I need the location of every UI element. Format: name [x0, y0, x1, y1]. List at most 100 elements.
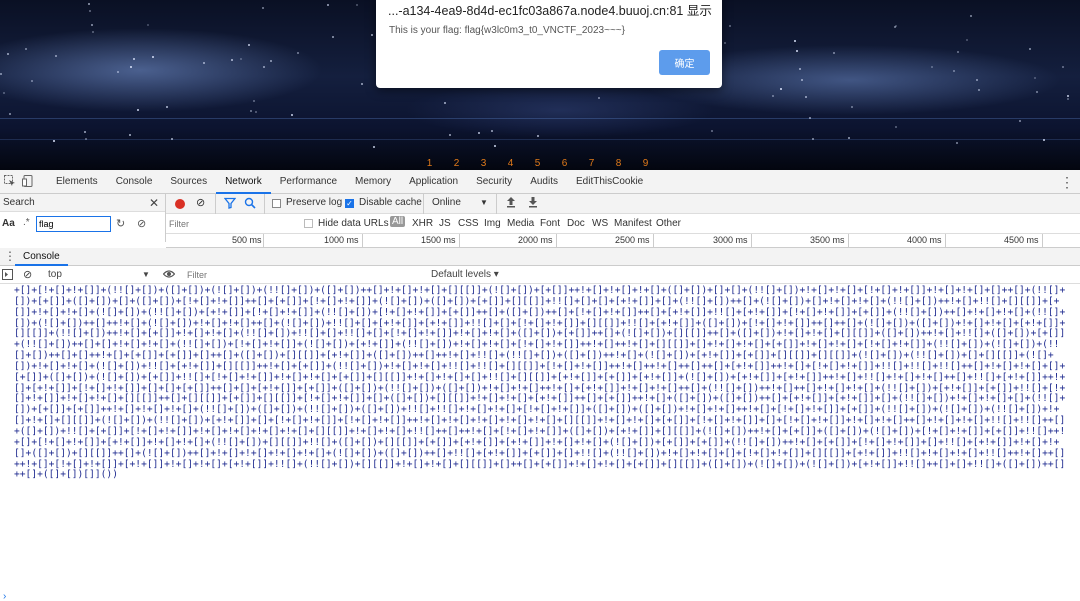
star: [91, 24, 93, 26]
star: [1029, 48, 1031, 50]
tab-elements[interactable]: Elements: [47, 170, 107, 194]
toolbar-divider: [423, 194, 424, 214]
clear-console-icon[interactable]: ⊘: [23, 268, 32, 281]
type-filter-font[interactable]: Font: [540, 218, 560, 229]
star: [250, 110, 252, 112]
close-icon[interactable]: ✕: [149, 196, 159, 210]
tab-console[interactable]: Console: [107, 170, 162, 194]
disable-cache-checkbox[interactable]: ✓: [345, 199, 354, 208]
tab-editthiscookie[interactable]: EditThisCookie: [567, 170, 652, 194]
star: [31, 80, 33, 82]
star: [956, 142, 958, 144]
tab-network[interactable]: Network: [216, 170, 271, 194]
type-filter-css[interactable]: CSS: [458, 218, 479, 229]
search-panel-title: Search: [0, 194, 165, 212]
type-filter-js[interactable]: JS: [439, 218, 451, 229]
page-tab-8[interactable]: 8: [614, 158, 623, 169]
star: [270, 60, 272, 62]
console-output[interactable]: +[]+[!+[]+!+[]]+(!![]+[])+([]+[])+(![]+[…: [0, 284, 1080, 601]
tab-security[interactable]: Security: [467, 170, 521, 194]
star: [117, 71, 119, 73]
record-icon[interactable]: [175, 199, 185, 209]
hide-data-urls-checkbox[interactable]: [304, 219, 313, 228]
timeline-tick: 500 ms: [232, 235, 262, 245]
page-tab-6[interactable]: 6: [560, 158, 569, 169]
more-options-icon[interactable]: ⋮: [1060, 174, 1074, 191]
page-tab-4[interactable]: 4: [506, 158, 515, 169]
star: [812, 138, 814, 140]
tab-memory[interactable]: Memory: [346, 170, 400, 194]
log-levels-select[interactable]: Default levels ▾: [431, 269, 499, 280]
filter-icon[interactable]: [223, 197, 237, 212]
toolbar-divider: [496, 194, 497, 214]
alert-dialog: ...-a134-4ea9-8d4d-ec1fc03a867a.node4.bu…: [376, 0, 722, 88]
page-tab-3[interactable]: 3: [479, 158, 488, 169]
star: [203, 62, 205, 64]
alert-message: This is your flag: flag{w3lc0m3_t0_VNCTF…: [389, 25, 625, 36]
star: [729, 25, 731, 27]
chevron-down-icon[interactable]: ▼: [142, 270, 150, 279]
type-filter-manifest[interactable]: Manifest: [614, 218, 652, 229]
star: [0, 73, 2, 75]
alert-ok-button[interactable]: 确定: [659, 50, 710, 75]
page-tab-5[interactable]: 5: [533, 158, 542, 169]
throttling-select[interactable]: Online: [432, 197, 461, 208]
tab-console[interactable]: Console: [15, 248, 68, 266]
match-case-toggle[interactable]: Aa: [2, 218, 15, 229]
import-har-icon[interactable]: [506, 196, 516, 211]
page-tab-1[interactable]: 1: [425, 158, 434, 169]
search-icon[interactable]: [244, 197, 256, 212]
star: [297, 52, 299, 54]
timeline-gridline: [945, 234, 946, 248]
star: [263, 66, 265, 68]
star: [491, 130, 493, 132]
type-filter-all[interactable]: All: [390, 216, 406, 227]
regex-toggle[interactable]: .*: [23, 217, 30, 228]
type-filter-img[interactable]: Img: [484, 218, 501, 229]
timeline-tick: 2500 ms: [615, 235, 650, 245]
type-filter-doc[interactable]: Doc: [567, 218, 585, 229]
star: [1034, 77, 1036, 79]
console-filter-input[interactable]: [187, 267, 423, 283]
star: [953, 70, 955, 72]
type-filter-media[interactable]: Media: [507, 218, 534, 229]
tab-application[interactable]: Application: [400, 170, 467, 194]
type-filter-other[interactable]: Other: [656, 218, 681, 229]
star: [240, 58, 242, 60]
search-input[interactable]: [36, 216, 111, 232]
page-tab-9[interactable]: 9: [641, 158, 650, 169]
star: [248, 44, 250, 46]
device-toolbar-icon[interactable]: [21, 175, 35, 189]
tab-performance[interactable]: Performance: [271, 170, 346, 194]
star: [1062, 66, 1064, 68]
devtools-tabs: Elements Console Sources Network Performance…: [47, 170, 652, 194]
star: [137, 109, 139, 111]
star: [598, 97, 600, 99]
star: [1036, 91, 1038, 93]
inspect-element-icon[interactable]: [3, 175, 17, 189]
star: [966, 39, 968, 41]
console-prompt[interactable]: ›: [3, 591, 6, 601]
devtools-tabbar: Elements Console Sources Network Performance…: [0, 170, 1080, 194]
page-tab-2[interactable]: 2: [452, 158, 461, 169]
star: [1043, 139, 1045, 141]
page-tab-7[interactable]: 7: [587, 158, 596, 169]
refresh-icon[interactable]: ↻: [116, 217, 125, 230]
tab-sources[interactable]: Sources: [161, 170, 216, 194]
timeline-gridline: [848, 234, 849, 248]
network-timeline[interactable]: 500 ms 1000 ms 1500 ms 2000 ms 2500 ms 3…: [166, 234, 1080, 248]
star: [796, 50, 798, 52]
star: [478, 132, 480, 134]
preserve-log-checkbox[interactable]: [272, 199, 281, 208]
type-filter-ws[interactable]: WS: [592, 218, 608, 229]
chevron-down-icon[interactable]: ▼: [480, 198, 488, 207]
network-filter-input[interactable]: [169, 216, 297, 231]
clear-icon[interactable]: ⊘: [196, 196, 205, 209]
type-filter-xhr[interactable]: XHR: [412, 218, 433, 229]
sidebar-toggle-icon[interactable]: [2, 269, 13, 283]
clear-icon[interactable]: ⊘: [137, 217, 146, 230]
tab-audits[interactable]: Audits: [521, 170, 567, 194]
context-select[interactable]: top: [48, 269, 62, 280]
eye-icon[interactable]: [162, 268, 176, 283]
export-har-icon[interactable]: [528, 196, 538, 211]
